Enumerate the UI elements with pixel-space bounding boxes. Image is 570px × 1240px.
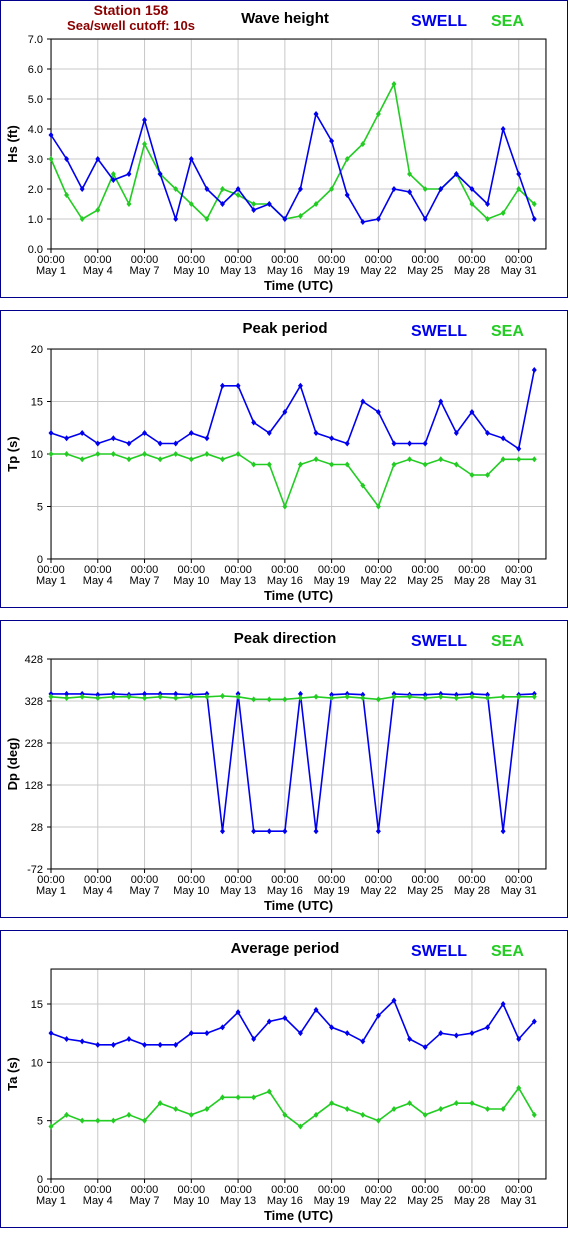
x-tick-date: May 25 [407,885,443,897]
x-tick-date: May 31 [501,575,537,587]
y-tick-label: 2.0 [28,184,43,196]
x-tick-date: May 16 [267,575,303,587]
x-tick-date: May 7 [130,265,160,277]
x-tick-date: May 19 [314,885,350,897]
x-tick-date: May 13 [220,1195,256,1207]
x-tick-date: May 13 [220,575,256,587]
x-axis-label: Time (UTC) [264,588,333,603]
x-tick-date: May 1 [36,885,66,897]
x-tick-date: May 4 [83,575,113,587]
x-tick-date: May 10 [173,575,209,587]
plot-inner [52,970,545,1178]
x-axis-label: Time (UTC) [264,898,333,913]
y-tick-label: 5 [37,502,43,514]
x-tick-date: May 25 [407,575,443,587]
x-tick-date: May 28 [454,1195,490,1207]
x-tick-date: May 4 [83,265,113,277]
x-tick-date: May 16 [267,265,303,277]
x-tick-date: May 10 [173,885,209,897]
x-tick-date: May 1 [36,1195,66,1207]
chart-title: Peak period [242,320,327,337]
y-tick-label: 5 [37,1116,43,1128]
y-tick-label: 10 [31,449,43,461]
x-tick-date: May 22 [360,885,396,897]
station-name: Station 158 [94,2,169,18]
x-tick-date: May 19 [314,575,350,587]
x-tick-date: May 16 [267,885,303,897]
wave-height-panel: 0.0 1.0 2.0 3.0 4.0 5.0 6.0 7.0 00:00 May 1 00:00 M… [0,0,568,298]
y-tick-label: 228 [25,738,43,750]
y-tick-label: 7.0 [28,34,43,46]
y-tick-label: 428 [25,654,43,666]
y-tick-label: 328 [25,696,43,708]
y-axis-label: Ta (s) [5,1057,20,1091]
x-tick-date: May 1 [36,265,66,277]
x-tick-date: May 4 [83,885,113,897]
plot-inner [52,660,545,868]
x-tick-date: May 28 [454,885,490,897]
x-tick-date: May 7 [130,575,160,587]
x-tick-date: May 19 [314,265,350,277]
peak-period-chart: 0510152000:00May 100:00May 400:00May 700… [5,320,547,603]
cutoff-label: Sea/swell cutoff: 10s [67,18,195,33]
x-tick-date: May 4 [83,1195,113,1207]
x-tick-date: May 22 [360,1195,396,1207]
x-tick-date: May 31 [501,265,537,277]
y-tick-label: 1.0 [28,214,43,226]
x-tick-date: May 25 [407,265,443,277]
x-tick-date: May 13 [220,265,256,277]
chart-title: Average period [231,940,340,957]
x-tick-date: May 22 [360,575,396,587]
x-tick-date: May 28 [454,265,490,277]
x-tick-date: May 19 [314,1195,350,1207]
y-axis-label: Dp (deg) [5,738,20,791]
legend-sea: SEA [491,943,524,960]
chart-title: Peak direction [234,630,337,647]
peak-period-panel: 0 5 10 15 20 00:00 May 1 00:00 May 4 00:00 May 7 00… [0,310,568,608]
x-tick-date: May 10 [173,265,209,277]
x-tick-date: May 28 [454,575,490,587]
x-tick-date: May 1 [36,575,66,587]
legend-swell: SWELL [411,323,467,340]
y-tick-label: 20 [31,344,43,356]
x-tick-date: May 7 [130,885,160,897]
y-axis-label: Tp (s) [5,436,20,471]
x-tick-date: May 31 [501,1195,537,1207]
wave-height-chart: 0.01.02.03.04.05.06.07.000:00May 100:00M… [5,2,547,293]
y-tick-label: 3.0 [28,154,43,166]
peak-direction-panel: -72 28 128 228 328 428 00:00 May 1 00:00 May 4 00:… [0,620,568,918]
x-tick-date: May 22 [360,265,396,277]
legend-sea: SEA [491,633,524,650]
peak-direction-chart: -722812822832842800:00May 100:00May 400:… [5,630,547,913]
x-axis-label: Time (UTC) [264,1208,333,1223]
x-tick-date: May 7 [130,1195,160,1207]
y-tick-label: 5.0 [28,94,43,106]
y-tick-label: 4.0 [28,124,43,136]
x-tick-date: May 25 [407,1195,443,1207]
legend-swell: SWELL [411,633,467,650]
legend-swell: SWELL [411,943,467,960]
x-tick-date: May 31 [501,885,537,897]
legend-swell: SWELL [411,13,467,30]
y-tick-label: 6.0 [28,64,43,76]
legend-sea: SEA [491,323,524,340]
chart-title: Wave height [241,10,329,27]
x-tick-date: May 16 [267,1195,303,1207]
average-period-panel: 0 5 10 15 00:00 May 1 00:00 May 4 00:00 May 7 00:0… [0,930,568,1228]
average-period-chart: 05101500:00May 100:00May 400:00May 700:0… [5,940,547,1223]
y-tick-label: 15 [31,397,43,409]
x-axis-label: Time (UTC) [264,278,333,293]
x-tick-date: May 10 [173,1195,209,1207]
y-tick-label: 28 [31,822,43,834]
y-tick-label: 128 [25,780,43,792]
y-tick-label: 15 [31,999,43,1011]
legend-sea: SEA [491,13,524,30]
y-tick-label: 10 [31,1057,43,1069]
y-axis-label: Hs (ft) [5,125,20,163]
x-tick-date: May 13 [220,885,256,897]
